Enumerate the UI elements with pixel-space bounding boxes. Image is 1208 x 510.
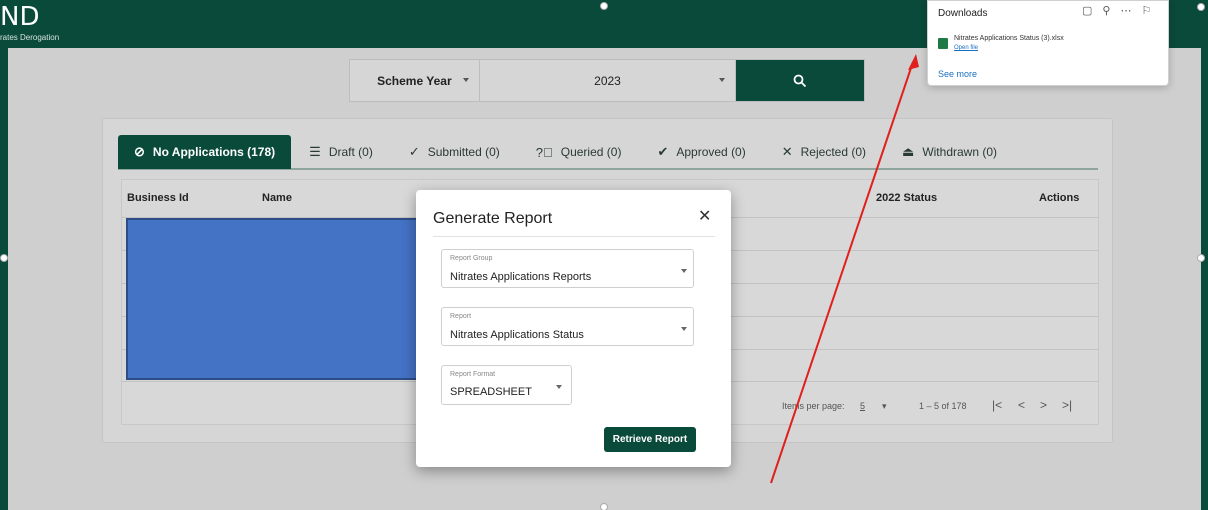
arrow-line — [770, 61, 914, 484]
arrow-head — [908, 54, 919, 70]
annotation-arrow — [770, 54, 919, 484]
